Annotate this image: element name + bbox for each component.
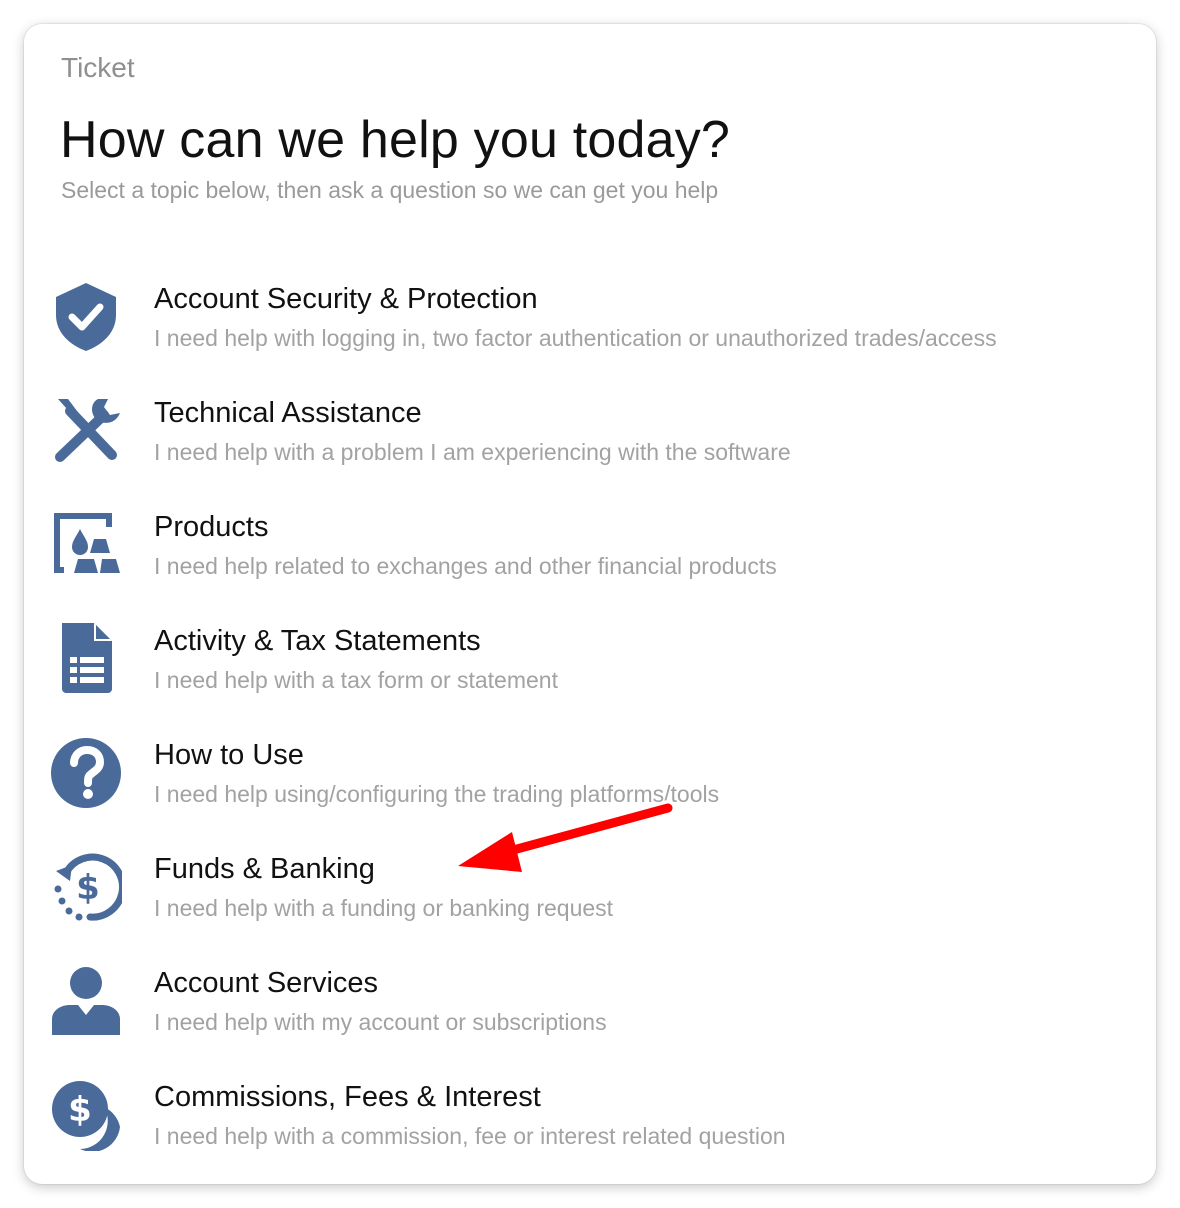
eyebrow-label: Ticket (61, 52, 135, 83)
topic-commissions-fees[interactable]: $ Commissions, Fees & Interest I need he… (40, 1073, 1120, 1173)
topic-account-security[interactable]: Account Security & Protection I need hel… (40, 275, 1120, 375)
topic-label: Account Services (154, 967, 379, 999)
topic-label: How to Use (154, 739, 304, 771)
topic-description: I need help related to exchanges and oth… (154, 553, 777, 579)
topic-label: Funds & Banking (154, 853, 375, 885)
question-circle-icon (50, 737, 122, 809)
document-list-icon (50, 623, 122, 695)
shield-check-icon (50, 281, 122, 353)
topic-description: I need help with a commission, fee or in… (154, 1123, 786, 1149)
topic-label: Commissions, Fees & Interest (154, 1081, 541, 1113)
svg-text:$: $ (76, 868, 100, 908)
page-subtitle: Select a topic below, then ask a questio… (61, 177, 719, 203)
topic-how-to-use[interactable]: How to Use I need help using/configuring… (40, 731, 1120, 831)
topic-description: I need help with a funding or banking re… (154, 895, 614, 921)
svg-text:$: $ (68, 1090, 92, 1130)
dollar-history-icon: $ (50, 851, 122, 923)
topic-description: I need help with a problem I am experien… (154, 439, 791, 465)
topic-account-services[interactable]: Account Services I need help with my acc… (40, 959, 1120, 1059)
topic-label: Technical Assistance (154, 397, 422, 429)
topic-label: Products (154, 511, 269, 543)
topic-description: I need help using/configuring the tradin… (154, 781, 720, 807)
topic-label: Account Security & Protection (154, 283, 538, 315)
topic-description: I need help with a tax form or statement (154, 667, 558, 693)
coins-icon: $ (50, 1079, 122, 1151)
topic-funds-banking[interactable]: $ Funds & Banking I need help with a fun… (40, 845, 1120, 945)
commodities-icon (50, 509, 122, 581)
topic-products[interactable]: Products I need help related to exchange… (40, 503, 1120, 603)
topic-activity-tax[interactable]: Activity & Tax Statements I need help wi… (40, 617, 1120, 717)
page-title: How can we help you today? (60, 111, 731, 169)
wrench-screwdriver-icon (50, 395, 122, 467)
user-icon (50, 965, 122, 1037)
topic-label: Activity & Tax Statements (154, 625, 481, 657)
topic-description: I need help with my account or subscript… (154, 1009, 607, 1035)
topic-technical-assistance[interactable]: Technical Assistance I need help with a … (40, 389, 1120, 489)
topic-description: I need help with logging in, two factor … (154, 325, 997, 351)
